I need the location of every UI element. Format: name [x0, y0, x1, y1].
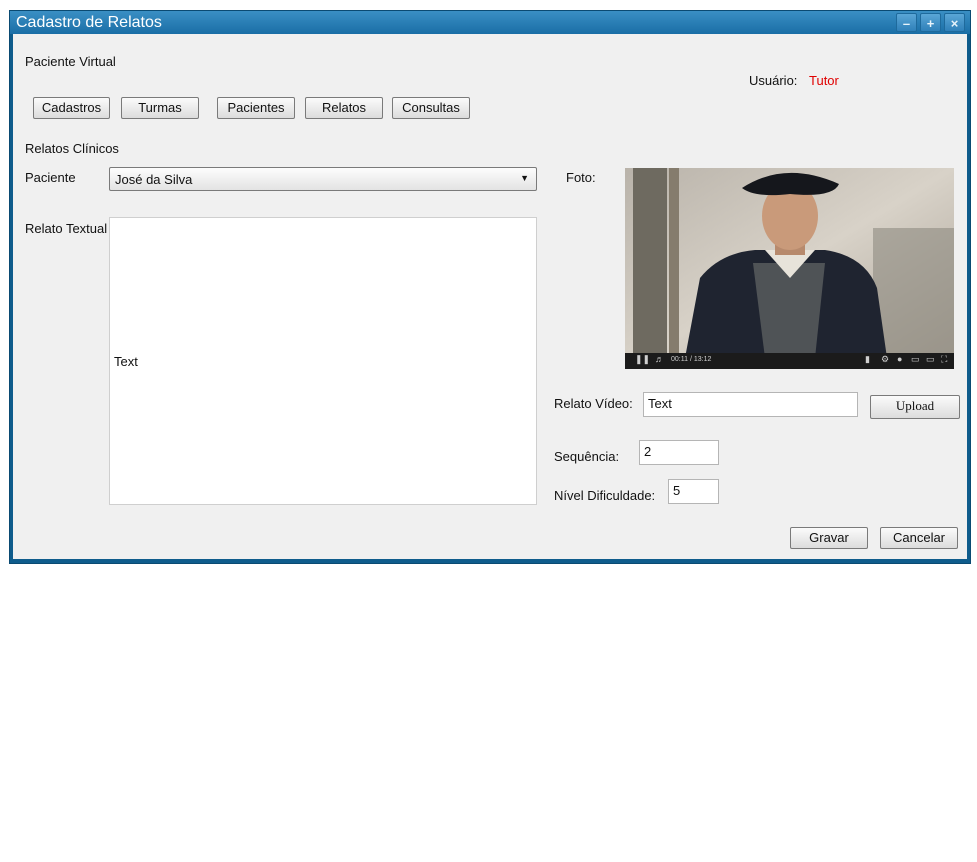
fullscreen-icon[interactable]: ⛶ [941, 354, 947, 365]
close-icon[interactable]: × [944, 13, 965, 32]
settings-icon[interactable]: ⚙ [881, 354, 889, 365]
nav-consultas-button[interactable]: Consultas [392, 97, 470, 119]
pause-icon[interactable]: ❚❚ [635, 354, 650, 365]
maximize-icon[interactable]: + [920, 13, 941, 32]
window-content: Paciente Virtual Usuário: Tutor Cadastro… [13, 34, 967, 559]
app-name: Paciente Virtual [25, 54, 116, 69]
relato-textual-label: Relato Textual [25, 221, 108, 236]
nav-pacientes-button[interactable]: Pacientes [217, 97, 295, 119]
chevron-down-icon: ▼ [520, 173, 529, 183]
annotations-icon[interactable]: ● [897, 354, 902, 364]
relato-textual-value: Text [114, 354, 138, 369]
paciente-label: Paciente [25, 170, 76, 185]
captions-icon[interactable]: ▮ [865, 354, 870, 365]
foto-label: Foto: [566, 170, 596, 185]
volume-icon[interactable]: ♬ [655, 354, 664, 364]
nav-cadastros-button[interactable]: Cadastros [33, 97, 110, 119]
video-controls: ❚❚ ♬ 00:11 / 13:12 ▮ ⚙ ● ▭ ▭ ⛶ [625, 353, 954, 369]
video-time: 00:11 / 13:12 [671, 356, 712, 363]
nivel-dificuldade-label: Nível Dificuldade: [554, 488, 656, 503]
patient-photo-image [625, 168, 954, 369]
paciente-select-value: José da Silva [115, 172, 193, 187]
main-window: Cadastro de Relatos – + × Paciente Virtu… [9, 10, 971, 564]
relato-textual-textarea[interactable]: Text [109, 217, 537, 505]
title-bar[interactable]: Cadastro de Relatos – + × [10, 11, 970, 34]
save-button[interactable]: Gravar [790, 527, 868, 549]
relato-video-label: Relato Vídeo: [554, 396, 633, 411]
user-value: Tutor [809, 73, 839, 88]
window-title: Cadastro de Relatos [16, 14, 162, 31]
nivel-dificuldade-input[interactable]: 5 [668, 479, 719, 504]
miniplayer-icon[interactable]: ▭ [926, 354, 935, 365]
nav-turmas-button[interactable]: Turmas [121, 97, 199, 119]
relato-video-input[interactable]: Text [643, 392, 858, 417]
user-label: Usuário: [749, 73, 798, 88]
patient-photo[interactable]: ❚❚ ♬ 00:11 / 13:12 ▮ ⚙ ● ▭ ▭ ⛶ [625, 168, 954, 369]
paciente-select[interactable]: José da Silva ▼ [109, 167, 537, 191]
nav-relatos-button[interactable]: Relatos [305, 97, 383, 119]
sequencia-input[interactable]: 2 [639, 440, 719, 465]
theater-icon[interactable]: ▭ [911, 354, 920, 365]
upload-button[interactable]: Upload [870, 395, 960, 419]
section-title: Relatos Clínicos [25, 141, 119, 156]
sequencia-label: Sequência: [554, 449, 620, 464]
cancel-button[interactable]: Cancelar [880, 527, 958, 549]
minimize-icon[interactable]: – [896, 13, 917, 32]
